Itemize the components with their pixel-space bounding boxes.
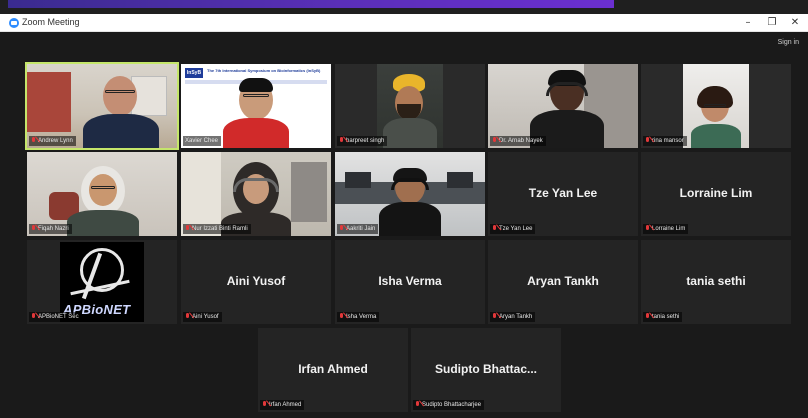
participant-name-label: Irfan Ahmed [260, 400, 305, 410]
muted-mic-icon [185, 225, 190, 231]
participant-name-label: Lorraine Lim [643, 224, 689, 234]
muted-mic-icon [492, 313, 497, 319]
participant-name-label: Aini Yusof [183, 312, 222, 322]
participant-tile-lorraine[interactable]: Lorraine Lim Lorraine Lim [641, 152, 791, 236]
participant-name-label: Fiqah Nazri [29, 224, 72, 234]
maximize-icon[interactable]: ❐ [765, 16, 779, 30]
sign-in-button[interactable]: Sign in [775, 37, 802, 48]
zoom-window: Zoom Meeting – ❐ ✕ Sign in Andrew Lynn I… [0, 0, 808, 418]
muted-mic-icon [262, 401, 267, 407]
shared-screen-strip [0, 0, 808, 14]
minimize-icon[interactable]: – [741, 16, 755, 30]
muted-mic-icon [31, 137, 36, 143]
participant-name-label: Xavier Chee [183, 136, 222, 146]
participant-body [223, 118, 289, 148]
close-icon[interactable]: ✕ [788, 16, 802, 30]
background-door [27, 72, 71, 132]
participant-body [379, 202, 441, 236]
muted-mic-icon [492, 137, 497, 143]
participant-hair [239, 78, 273, 92]
muted-mic-icon [31, 313, 36, 319]
participant-name-label: Dr. Arnab Nayek [490, 136, 546, 146]
participant-tile-aakriti[interactable]: Aakriti Jain [335, 152, 485, 236]
title-bar: Zoom Meeting – ❐ ✕ [0, 14, 808, 32]
shared-slide-edge [8, 0, 614, 8]
participant-name-label: Andrew Lynn [29, 136, 76, 146]
participant-tile-fiqah[interactable]: Fiqah Nazri [27, 152, 177, 236]
slide-logo: InSyB [185, 68, 203, 78]
participant-name-label: Aryan Tankh [490, 312, 536, 322]
participant-display-name: Aini Yusof [226, 274, 286, 288]
participant-head [103, 76, 137, 116]
participant-tile-apbionet[interactable]: APBioNET APBioNET Sec [27, 240, 177, 324]
participant-tile-harpreet[interactable]: harpreet singh [335, 64, 485, 148]
participant-tile-sudipto[interactable]: Sudipto Bhattac... Sudipto Bhattacharjee [411, 328, 561, 412]
background-monitor [447, 172, 473, 188]
participant-tile-aryan[interactable]: Aryan Tankh Aryan Tankh [488, 240, 638, 324]
background-monitor [345, 172, 371, 188]
participant-body [67, 210, 139, 236]
participant-display-name: Isha Verma [378, 274, 442, 288]
participant-display-name: Irfan Ahmed [298, 362, 368, 376]
participant-name-label: Tze Yan Lee [490, 224, 536, 234]
muted-mic-icon [31, 225, 36, 231]
participant-glasses [105, 90, 135, 93]
participant-tile-nur[interactable]: Nur Izzati Binti Ramli [181, 152, 331, 236]
participant-name-label: Isha Verma [337, 312, 380, 322]
participant-tile-rina[interactable]: rina mansor [641, 64, 791, 148]
participant-name-label: rina mansor [643, 136, 687, 146]
participant-tile-tze[interactable]: Tze Yan Lee Tze Yan Lee [488, 152, 638, 236]
participant-display-name: Lorraine Lim [679, 186, 753, 200]
participant-name-label: Aakriti Jain [337, 224, 379, 234]
participant-glasses [243, 94, 269, 97]
muted-mic-icon [645, 137, 650, 143]
participant-body [383, 118, 437, 148]
participant-tile-tania[interactable]: tania sethi tania sethi [641, 240, 791, 324]
muted-mic-icon [415, 401, 420, 407]
participant-display-name: tania sethi [686, 274, 746, 288]
participant-tile-irfan[interactable]: Irfan Ahmed Irfan Ahmed [258, 328, 408, 412]
participant-glasses [91, 186, 115, 189]
participant-tile-aini[interactable]: Aini Yusof Aini Yusof [181, 240, 331, 324]
slide-header: The 7th International Symposium on Bioin… [207, 68, 321, 73]
muted-mic-icon [339, 313, 344, 319]
headphones [546, 82, 588, 96]
zoom-app-icon [9, 18, 19, 28]
participant-display-name: Aryan Tankh [527, 274, 599, 288]
participant-name-label: Sudipto Bhattacharjee [413, 400, 485, 410]
participant-glasses [704, 104, 726, 107]
participant-tile-xavier[interactable]: InSyB The 7th International Symposium on… [181, 64, 331, 148]
muted-mic-icon [339, 225, 344, 231]
muted-mic-icon [185, 313, 190, 319]
muted-mic-icon [645, 313, 650, 319]
participant-display-name: Tze Yan Lee [528, 186, 598, 200]
participant-name-label: Nur Izzati Binti Ramli [183, 224, 251, 234]
participant-body [691, 124, 741, 148]
participant-tile-andrew[interactable]: Andrew Lynn [25, 62, 179, 150]
participant-head [89, 174, 117, 206]
participant-name-label: APBioNET Sec [29, 312, 82, 322]
participant-name-label: tania sethi [643, 312, 683, 322]
participant-display-name: Sudipto Bhattac... [435, 362, 537, 376]
headphones [391, 178, 429, 190]
muted-mic-icon [492, 225, 497, 231]
window-title: Zoom Meeting [22, 17, 80, 27]
background-shelf [291, 162, 327, 222]
headphones [233, 178, 279, 192]
muted-mic-icon [645, 225, 650, 231]
participant-tile-isha[interactable]: Isha Verma Isha Verma [335, 240, 485, 324]
muted-mic-icon [339, 137, 344, 143]
participant-tile-arnab[interactable]: Dr. Arnab Nayek [488, 64, 638, 148]
participant-name-label: harpreet singh [337, 136, 388, 146]
participant-body [83, 114, 159, 148]
